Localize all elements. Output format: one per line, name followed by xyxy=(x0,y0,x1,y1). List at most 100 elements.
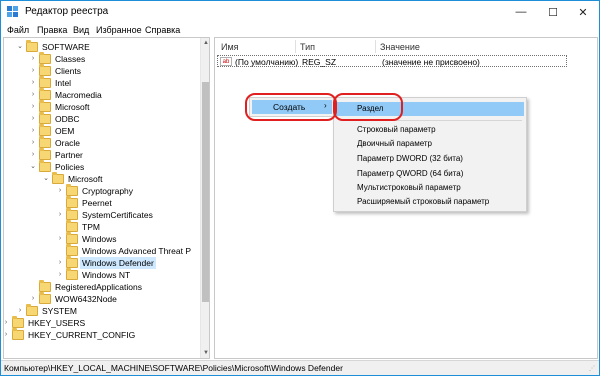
folder-icon xyxy=(66,220,78,232)
table-row[interactable]: ab (По умолчанию) REG_SZ (значение не пр… xyxy=(217,55,567,67)
menu-item-label: Двоичный параметр xyxy=(357,139,432,148)
folder-icon xyxy=(66,256,78,268)
tree-item[interactable]: Peernet xyxy=(4,196,198,209)
tree-item-label: Microsoft xyxy=(55,102,90,112)
menu-item-string-value[interactable]: Строковый параметр xyxy=(336,123,524,137)
tree-item[interactable]: › HKEY_USERS xyxy=(4,316,198,329)
chevron-down-icon[interactable]: ⌄ xyxy=(42,173,50,185)
chevron-right-icon[interactable]: › xyxy=(56,269,64,281)
minimize-button[interactable]: — xyxy=(505,1,537,23)
tree-item[interactable]: › Cryptography xyxy=(4,184,198,197)
chevron-down-icon[interactable]: ⌄ xyxy=(29,161,37,173)
value-data: (значение не присвоено) xyxy=(382,57,480,67)
string-value-icon: ab xyxy=(220,57,232,66)
tree-item[interactable]: RegisteredApplications xyxy=(4,280,198,293)
menu-item-multistring-value[interactable]: Мультистроковый параметр xyxy=(336,181,524,195)
menu-edit[interactable]: Правка xyxy=(37,25,67,35)
tree-item[interactable]: › WOW6432Node xyxy=(4,292,198,305)
tree-item[interactable]: › Oracle xyxy=(4,136,198,149)
tree-item[interactable]: ⌄ Policies xyxy=(4,160,198,173)
column-separator[interactable] xyxy=(375,40,376,53)
folder-icon xyxy=(39,148,51,160)
menu-view[interactable]: Вид xyxy=(73,25,89,35)
tree-item[interactable]: › Windows xyxy=(4,232,198,245)
column-separator[interactable] xyxy=(295,40,296,53)
chevron-right-icon[interactable]: › xyxy=(29,77,37,89)
folder-icon xyxy=(39,280,51,292)
menu-help[interactable]: Справка xyxy=(145,25,180,35)
scroll-down-icon[interactable]: ▼ xyxy=(201,348,209,358)
menu-item-dword-value[interactable]: Параметр DWORD (32 бита) xyxy=(336,152,524,166)
chevron-right-icon[interactable]: › xyxy=(4,317,10,329)
tree-item[interactable]: › Partner xyxy=(4,148,198,161)
folder-icon xyxy=(39,88,51,100)
chevron-right-icon[interactable]: › xyxy=(56,257,64,269)
maximize-icon: ☐ xyxy=(548,6,558,19)
scroll-up-icon[interactable]: ▲ xyxy=(201,38,209,48)
tree-item[interactable]: › Intel xyxy=(4,76,198,89)
menu-file[interactable]: Файл xyxy=(7,25,29,35)
menu-favorites[interactable]: Избранное xyxy=(96,25,142,35)
tree-item[interactable]: › Classes xyxy=(4,52,198,65)
tree-item[interactable]: Windows Advanced Threat P xyxy=(4,244,198,257)
folder-icon xyxy=(66,208,78,220)
chevron-right-icon[interactable]: › xyxy=(29,53,37,65)
tree-item[interactable]: › Windows NT xyxy=(4,268,198,281)
folder-icon xyxy=(12,328,24,340)
chevron-right-icon[interactable]: › xyxy=(29,113,37,125)
chevron-right-icon[interactable]: › xyxy=(29,125,37,137)
tree-item[interactable]: ⌄ SOFTWARE xyxy=(4,40,198,53)
chevron-right-icon[interactable]: › xyxy=(56,233,64,245)
tree-item-label: Windows Defender xyxy=(80,257,156,269)
column-header-value[interactable]: Значение xyxy=(380,42,420,52)
folder-icon xyxy=(39,76,51,88)
chevron-right-icon[interactable]: › xyxy=(56,185,64,197)
tree-item-label: Intel xyxy=(55,78,72,88)
tree-item-label: Classes xyxy=(55,54,86,64)
tree-item-label: Partner xyxy=(55,150,83,160)
tree-item-label: Clients xyxy=(55,66,81,76)
chevron-right-icon[interactable]: › xyxy=(29,89,37,101)
chevron-right-icon[interactable]: › xyxy=(29,137,37,149)
maximize-button[interactable]: ☐ xyxy=(537,1,569,23)
menu-item-label: Параметр QWORD (64 бита) xyxy=(357,169,464,178)
tree-item[interactable]: › ODBC xyxy=(4,112,198,125)
tree-item[interactable]: › HKEY_CURRENT_CONFIG xyxy=(4,328,198,341)
title-bar[interactable]: Редактор реестра — ☐ ✕ xyxy=(1,1,599,23)
tree-item[interactable]: › OEM xyxy=(4,124,198,137)
tree-item[interactable]: TPM xyxy=(4,220,198,233)
chevron-right-icon[interactable]: › xyxy=(29,149,37,161)
menu-item-label: Строковый параметр xyxy=(357,125,436,134)
folder-icon xyxy=(26,304,38,316)
tree-item-label: SOFTWARE xyxy=(42,42,90,52)
chevron-down-icon[interactable]: ⌄ xyxy=(16,41,24,53)
tree-item-label: HKEY_USERS xyxy=(28,318,86,328)
chevron-right-icon[interactable]: › xyxy=(29,101,37,113)
tree-item-label: WOW6432Node xyxy=(55,294,117,304)
close-button[interactable]: ✕ xyxy=(567,1,599,23)
registry-tree[interactable]: ▲ ▼ ⌄ SOFTWARE › Classes › Clients › Intel › Macr… xyxy=(3,37,210,359)
tree-item[interactable]: ⌄ Microsoft xyxy=(4,172,198,185)
tree-item[interactable]: › Microsoft xyxy=(4,100,198,113)
tree-item[interactable]: › Macromedia xyxy=(4,88,198,101)
scroll-thumb[interactable] xyxy=(202,82,209,302)
column-header-type[interactable]: Тип xyxy=(300,42,315,52)
menu-item-expandable-string-value[interactable]: Расширяемый строковый параметр xyxy=(336,195,524,209)
tree-item[interactable]: › SYSTEM xyxy=(4,304,198,317)
folder-icon xyxy=(66,184,78,196)
tree-scrollbar[interactable]: ▲ ▼ xyxy=(200,38,209,358)
tree-item-label: Peernet xyxy=(82,198,112,208)
tree-item[interactable]: › Windows Defender xyxy=(4,256,198,269)
resize-grip-icon[interactable]: ⋰ xyxy=(589,365,597,373)
tree-item-label: SystemCertificates xyxy=(82,210,153,220)
folder-icon xyxy=(39,112,51,124)
chevron-right-icon[interactable]: › xyxy=(16,305,24,317)
tree-item[interactable]: › SystemCertificates xyxy=(4,208,198,221)
chevron-right-icon[interactable]: › xyxy=(56,209,64,221)
menu-item-binary-value[interactable]: Двоичный параметр xyxy=(336,137,524,151)
tree-item[interactable]: › Clients xyxy=(4,64,198,77)
chevron-right-icon[interactable]: › xyxy=(29,65,37,77)
column-header-name[interactable]: Имя xyxy=(221,42,239,52)
menu-item-qword-value[interactable]: Параметр QWORD (64 бита) xyxy=(336,167,524,181)
chevron-right-icon[interactable]: › xyxy=(4,329,10,341)
